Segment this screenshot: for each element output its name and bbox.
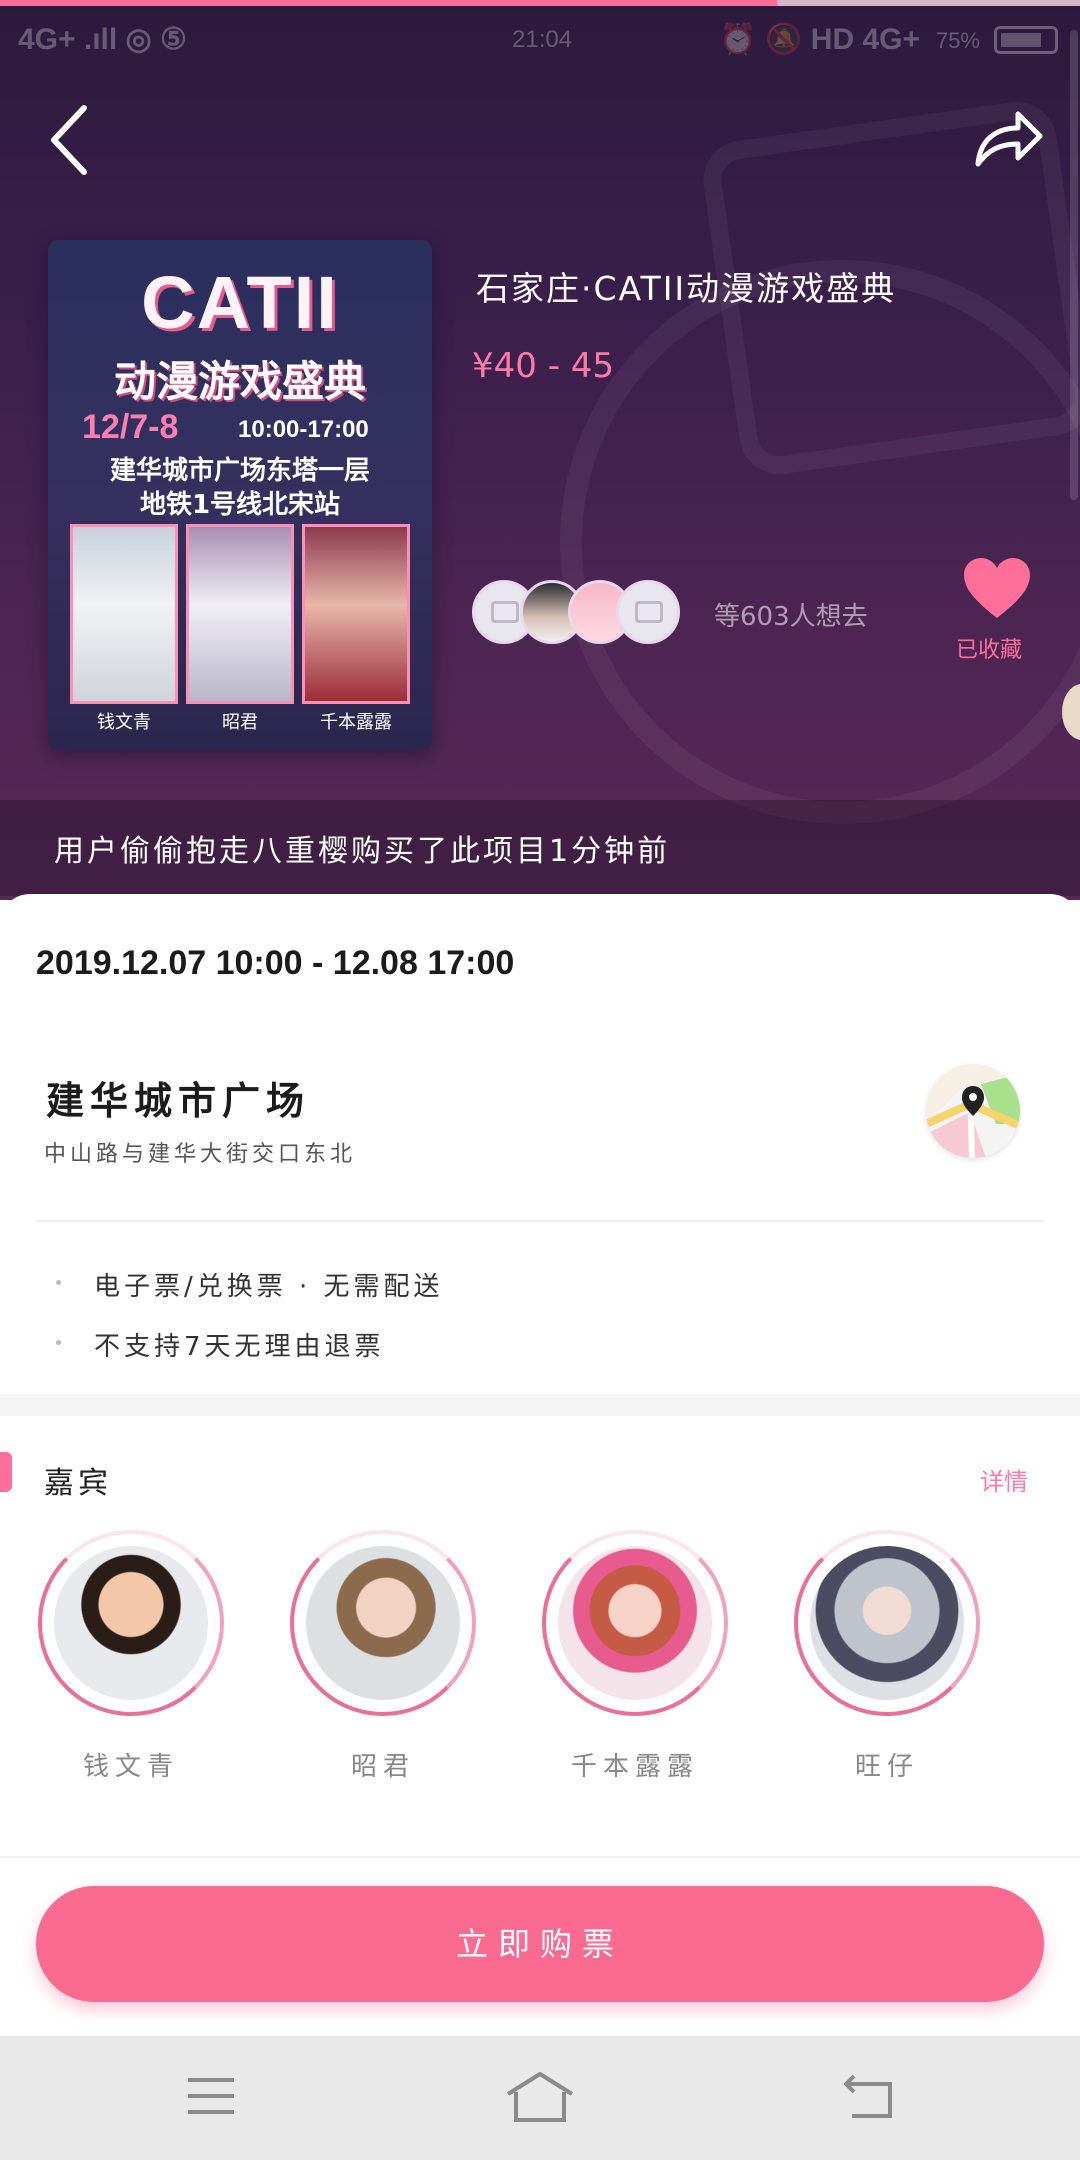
share-button[interactable] [972, 102, 1044, 172]
tv-avatar-icon [491, 601, 519, 623]
section-accent-bar [0, 1452, 12, 1492]
home-icon [506, 2072, 574, 2122]
purchase-notice-text: 用户偷偷抱走八重樱购买了此项目1分钟前 [54, 834, 671, 869]
buy-now-label: 立即购票 [455, 1925, 624, 1963]
guest-name[interactable]: 旺仔 [794, 1746, 980, 1783]
chevron-left-icon [51, 105, 87, 175]
heart-icon [964, 558, 1030, 618]
progress-line [0, 0, 1080, 6]
guest-avatar[interactable] [38, 1530, 224, 1716]
clock: 21:04 [512, 26, 573, 53]
status-icons: ⏰ 🔕 HD 4G+ [719, 23, 920, 56]
guest-avatar[interactable] [794, 1530, 980, 1716]
signal-status: 4G+ .ıll ◎ ⑤ [18, 23, 187, 56]
venue-name[interactable]: 建华城市广场 [46, 1070, 310, 1125]
buy-now-button[interactable]: 立即购票 [36, 1886, 1044, 2002]
share-arrow-icon [975, 111, 1043, 167]
bullet [56, 1280, 61, 1285]
poster-date: 12/7-8 [82, 408, 179, 446]
guest-name[interactable]: 钱文青 [38, 1746, 224, 1783]
menu-icon [188, 2078, 234, 2114]
poster-location: 建华城市广场东塔一层 [109, 456, 370, 486]
guest-name[interactable]: 昭君 [290, 1746, 476, 1783]
tv-avatar-icon [635, 601, 663, 623]
favorite-button[interactable] [962, 556, 1032, 622]
poster-subtitle: 动漫游戏盛典 [113, 357, 366, 406]
poster-time: 10:00-17:00 [238, 416, 369, 443]
guest-photo [558, 1546, 712, 1700]
guest-photo [306, 1546, 460, 1700]
guest-avatar[interactable] [290, 1530, 476, 1716]
battery-percent: 75% [935, 28, 980, 53]
avatar [616, 580, 680, 644]
event-title: 石家庄·CATII动漫游戏盛典 [476, 269, 897, 308]
event-datetime: 2019.12.07 10:00 - 12.08 17:00 [36, 944, 515, 982]
favorite-label[interactable]: 已收藏 [956, 632, 1022, 664]
map-pin-icon [926, 1064, 1020, 1158]
divider [36, 1220, 1044, 1222]
refund-policy-note: 不支持7天无理由退票 [94, 1332, 385, 1362]
poster-guest-name: 钱文青 [97, 712, 151, 733]
want-to-go-count[interactable]: 等603人想去 [714, 596, 868, 633]
event-price: ¥40 - 45 [472, 346, 615, 386]
ticket-type-note: 电子票/兑换票 · 无需配送 [94, 1272, 444, 1302]
divider [0, 1856, 1080, 1858]
section-gap [0, 1394, 1080, 1416]
poster-metro: 地铁1号线北宋站 [139, 490, 341, 520]
poster-guest-photo [70, 524, 178, 704]
poster-title: CATII [141, 261, 339, 344]
poster-guest-name: 千本露露 [320, 712, 392, 733]
scrollbar[interactable] [1070, 30, 1078, 500]
guest-photo [810, 1546, 964, 1700]
guests-detail-link[interactable]: 详情 [980, 1462, 1028, 1497]
status-bar: 4G+ .ıll ◎ ⑤ 21:04 ⏰ 🔕 HD 4G+ 75% [0, 10, 1080, 70]
nav-menu-button[interactable] [186, 2074, 236, 2118]
poster-guest-name: 昭君 [222, 712, 258, 733]
event-poster[interactable]: CATII 动漫游戏盛典 12/7-8 10:00-17:00 建华城市广场东塔… [48, 240, 432, 750]
guest-photo [54, 1546, 208, 1700]
battery-icon [994, 26, 1058, 54]
guest-name[interactable]: 千本露露 [542, 1746, 728, 1783]
poster-guest-photo [302, 524, 410, 704]
back-button[interactable] [44, 100, 104, 180]
poster-guest-photo [186, 524, 294, 704]
nav-back-button[interactable] [842, 2072, 896, 2120]
bullet [56, 1340, 61, 1345]
map-button[interactable] [926, 1064, 1020, 1158]
nav-home-button[interactable] [504, 2070, 576, 2126]
guest-avatar[interactable] [542, 1530, 728, 1716]
venue-address[interactable]: 中山路与建华大街交口东北 [44, 1136, 356, 1168]
guests-section-title: 嘉宾 [44, 1466, 112, 1501]
back-icon [844, 2074, 892, 2118]
